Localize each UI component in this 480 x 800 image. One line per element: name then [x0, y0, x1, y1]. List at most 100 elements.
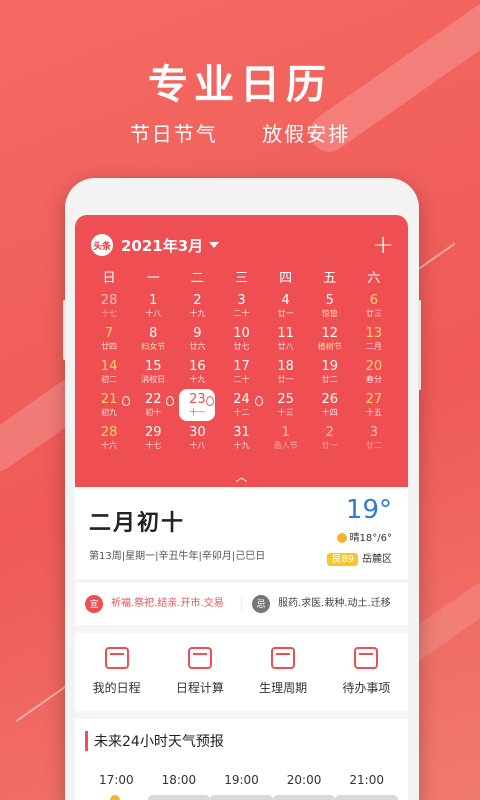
sun-icon	[109, 795, 120, 800]
forecast-icon-cell	[85, 795, 148, 800]
day-number: 14	[100, 359, 118, 374]
cloud-icon	[210, 795, 273, 800]
calendar-day[interactable]: 10 廿七	[219, 323, 263, 356]
calendar-day-today[interactable]: 23 十一	[179, 389, 216, 421]
calendar-day[interactable]: 7 廿四	[87, 323, 131, 356]
calendar-grid: 28 十七 1 十八 2 十九 3 二十 4 廿一 5 惊蛰 6 廿三 7 廿四 8 妇女节 9 廿六 10 廿七 11 廿八…	[75, 290, 408, 455]
add-icon[interactable]: +	[372, 232, 394, 258]
weekday-label: 二	[190, 271, 204, 286]
cloud-icon	[335, 795, 398, 800]
yi-section: 宜 祈福.祭祀.结亲.开市.交易	[75, 594, 241, 613]
day-number: 2	[193, 293, 202, 308]
forecast-hour: 18:00	[161, 773, 197, 787]
weekday-label: 三	[234, 271, 248, 286]
sun-icon	[336, 533, 347, 543]
tool-my-schedule[interactable]: 我的日程	[75, 633, 158, 711]
lunar-label: 廿六	[189, 342, 206, 351]
day-number: 2	[325, 425, 334, 440]
day-number: 7	[104, 326, 114, 341]
tool-label: 日程计算	[175, 681, 224, 695]
calendar-day[interactable]: 24 十二	[219, 389, 263, 422]
district: 岳麓区	[362, 554, 392, 565]
weekday-label: 五	[323, 271, 337, 286]
tool-label: 我的日程	[92, 681, 141, 695]
yi-ji-panel[interactable]: 宜 祈福.祭祀.结亲.开市.交易 忌 服药.求医.栽种.动土.迁移	[75, 581, 408, 625]
calendar-day[interactable]: 6 廿三	[352, 290, 396, 323]
calendar-day[interactable]: 25 十三	[264, 389, 308, 422]
collapse-chevron-icon[interactable]: ︿	[75, 468, 408, 485]
calendar-day[interactable]: 20 春分	[352, 356, 396, 389]
lunar-label: 十四	[321, 408, 338, 417]
day-number: 27	[365, 392, 383, 407]
lunar-label: 十七	[101, 309, 118, 318]
day-number: 19	[321, 359, 339, 374]
calendar-day[interactable]: 21 初九	[87, 389, 131, 422]
cloud-icon	[147, 795, 211, 800]
calendar-day[interactable]: 19 廿二	[308, 356, 352, 389]
lunar-label: 廿二	[321, 375, 338, 384]
month-selector[interactable]: 2021年3月	[121, 235, 203, 256]
day-number: 5	[325, 293, 334, 308]
calendar-day[interactable]: 1 愚人节	[264, 422, 308, 455]
calendar-day[interactable]: 26 十四	[308, 389, 352, 422]
day-number: 20	[365, 359, 383, 374]
tool-todo[interactable]: 待办事项	[325, 633, 408, 711]
day-number: 1	[149, 293, 158, 308]
calendar-day[interactable]: 4 廿一	[264, 290, 308, 323]
tool-date-calc[interactable]: 日程计算	[158, 633, 241, 711]
lunar-label: 廿四	[101, 342, 118, 351]
calendar-day[interactable]: 9 廿六	[175, 323, 219, 356]
lunar-label: 廿八	[277, 342, 294, 351]
day-number: 3	[237, 293, 246, 308]
day-number: 30	[189, 425, 206, 440]
lunar-label: 二十	[233, 309, 250, 318]
lunar-label: 十九	[189, 309, 206, 318]
toutiao-logo-icon[interactable]: 头条	[91, 234, 113, 256]
calendar-day[interactable]: 17 二十	[219, 356, 263, 389]
calendar-day[interactable]: 15 消权日	[131, 356, 175, 389]
tool-cycle[interactable]: 生理周期	[242, 633, 325, 711]
lunar-label: 惊蛰	[321, 309, 338, 318]
day-number: 26	[321, 392, 339, 407]
forecast-hours: 17:00 18:00 19:00 20:00 21:00	[85, 773, 398, 787]
calendar-day[interactable]: 12 植树节	[308, 323, 352, 356]
todo-icon	[354, 647, 379, 669]
calendar-day[interactable]: 31 十九	[219, 422, 263, 455]
today-card: 二月初十 第13周|星期一|辛丑牛年|辛卯月|己巳日 19° 晴18°/6° 良…	[75, 487, 408, 579]
calendar-day[interactable]: 29 十七	[131, 422, 175, 455]
calendar-day[interactable]: 30 十八	[175, 422, 219, 455]
calendar-day[interactable]: 2 廿一	[308, 422, 352, 455]
lunar-label: 十五	[365, 408, 382, 417]
lunar-label: 植树节	[317, 342, 342, 351]
calendar-day[interactable]: 22 初十	[131, 389, 175, 422]
lunar-label: 初九	[101, 408, 118, 417]
period-drop-icon	[122, 396, 131, 406]
calendar-day[interactable]: 3 二十	[219, 290, 263, 323]
weekday-label: 四	[279, 271, 293, 286]
calendar-day[interactable]: 13 二月	[352, 323, 396, 356]
aqi-row: 良89 岳麓区	[327, 550, 392, 566]
chevron-down-icon[interactable]	[209, 242, 220, 248]
calendar-day[interactable]: 3 廿二	[352, 422, 396, 455]
forecast-icons	[85, 795, 398, 800]
weather-summary[interactable]: 19° 晴18°/6° 良89 岳麓区	[327, 495, 392, 566]
calendar-day[interactable]: 28 十六	[87, 422, 131, 455]
lunar-label: 十八	[145, 309, 162, 318]
calendar-day[interactable]: 1 十八	[131, 290, 175, 323]
lunar-label: 十一	[189, 408, 206, 417]
calendar-day[interactable]: 28 十七	[87, 290, 131, 323]
calendar-day[interactable]: 18 廿一	[264, 356, 308, 389]
calendar-day[interactable]: 14 初二	[87, 356, 131, 389]
calendar-icon	[104, 647, 129, 669]
calendar-day[interactable]: 16 十九	[175, 356, 219, 389]
calendar-day[interactable]: 11 廿八	[264, 323, 308, 356]
calendar-day[interactable]: 8 妇女节	[131, 323, 175, 356]
forecast-icon-cell	[272, 795, 336, 800]
phone-button	[63, 300, 66, 360]
lunar-label: 二十	[233, 375, 250, 384]
calendar-day[interactable]: 5 惊蛰	[308, 290, 352, 323]
calendar-day[interactable]: 2 十九	[175, 290, 219, 323]
temperature: 19°	[345, 495, 392, 525]
cloud-icon	[272, 795, 336, 800]
calendar-day[interactable]: 27 十五	[352, 389, 396, 422]
